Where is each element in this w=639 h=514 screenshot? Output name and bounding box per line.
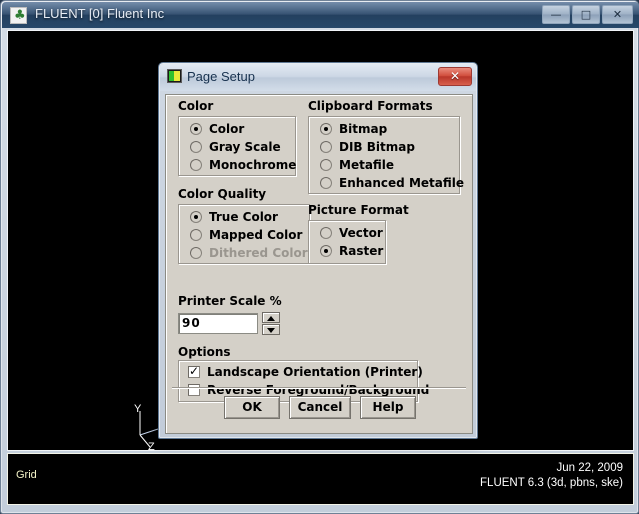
printer-scale-decrement-button[interactable] xyxy=(262,324,280,335)
application-window: ♣ FLUENT [0] Fluent Inc — □ ✕ Y X Z Grid xyxy=(0,0,639,514)
dialog-separator xyxy=(172,387,466,389)
radio-vector[interactable]: Vector xyxy=(320,225,383,241)
status-date: Jun 22, 2009 xyxy=(480,461,623,476)
chevron-down-icon xyxy=(267,328,275,333)
radio-bitmap[interactable]: Bitmap xyxy=(320,121,387,137)
radio-bitmap-indicator xyxy=(320,123,332,135)
radio-dithered-color: Dithered Color xyxy=(190,245,308,261)
color-quality-group-title: Color Quality xyxy=(178,187,266,201)
printer-scale-input[interactable]: 90 xyxy=(178,313,258,334)
radio-true-color-indicator xyxy=(190,211,202,223)
checkbox-landscape-orientation[interactable]: Landscape Orientation (Printer) xyxy=(188,364,423,380)
checkbox-reverse-label: Reverse Foreground/Background xyxy=(207,383,429,397)
radio-mapped-color-label: Mapped Color xyxy=(209,228,302,242)
options-group-title: Options xyxy=(178,345,231,359)
checkbox-landscape-indicator xyxy=(188,366,200,378)
page-setup-dialog: Page Setup ✕ Color Color Gray Scale Mono… xyxy=(158,62,478,439)
status-version: FLUENT 6.3 (3d, pbns, ske) xyxy=(480,476,623,491)
ok-button[interactable]: OK xyxy=(224,396,280,419)
radio-enhanced-metafile-label: Enhanced Metafile xyxy=(339,176,464,190)
radio-raster-indicator xyxy=(320,245,332,257)
radio-metafile[interactable]: Metafile xyxy=(320,157,394,173)
radio-color-indicator xyxy=(190,123,202,135)
radio-monochrome-indicator xyxy=(190,159,202,171)
status-label-grid: Grid xyxy=(16,469,37,481)
cancel-button[interactable]: Cancel xyxy=(289,396,351,419)
radio-color[interactable]: Color xyxy=(190,121,244,137)
radio-dib-bitmap[interactable]: DIB Bitmap xyxy=(320,139,415,155)
radio-true-color-label: True Color xyxy=(209,210,278,224)
radio-vector-label: Vector xyxy=(339,226,383,240)
fluent-logo-glyph: ♣ xyxy=(14,9,26,23)
radio-metafile-indicator xyxy=(320,159,332,171)
minimize-button[interactable]: — xyxy=(542,5,570,24)
status-panel: Grid Jun 22, 2009 FLUENT 6.3 (3d, pbns, … xyxy=(7,453,634,505)
status-info: Jun 22, 2009 FLUENT 6.3 (3d, pbns, ske) xyxy=(480,461,623,491)
window-title: FLUENT [0] Fluent Inc xyxy=(35,6,164,21)
radio-gray-scale-indicator xyxy=(190,141,202,153)
radio-metafile-label: Metafile xyxy=(339,158,394,172)
main-titlebar[interactable]: ♣ FLUENT [0] Fluent Inc — □ ✕ xyxy=(2,2,639,28)
radio-color-label: Color xyxy=(209,122,244,136)
radio-vector-indicator xyxy=(320,227,332,239)
radio-dib-bitmap-label: DIB Bitmap xyxy=(339,140,415,154)
radio-dithered-color-label: Dithered Color xyxy=(209,246,308,260)
color-group-title: Color xyxy=(178,99,213,113)
chevron-up-icon xyxy=(267,316,275,321)
radio-bitmap-label: Bitmap xyxy=(339,122,387,136)
radio-dib-bitmap-indicator xyxy=(320,141,332,153)
close-button[interactable]: ✕ xyxy=(602,5,633,24)
checkbox-landscape-label: Landscape Orientation (Printer) xyxy=(207,365,423,379)
printer-scale-label: Printer Scale % xyxy=(178,294,282,308)
radio-raster[interactable]: Raster xyxy=(320,243,383,259)
axis-label-y: Y xyxy=(134,403,141,415)
radio-true-color[interactable]: True Color xyxy=(190,209,278,225)
maximize-button[interactable]: □ xyxy=(572,5,600,24)
radio-enhanced-metafile[interactable]: Enhanced Metafile xyxy=(320,175,464,191)
dialog-title: Page Setup xyxy=(187,69,255,84)
radio-dithered-color-indicator xyxy=(190,247,202,259)
checkbox-reverse-indicator xyxy=(188,384,200,396)
radio-raster-label: Raster xyxy=(339,244,383,258)
dialog-titlebar[interactable]: Page Setup ✕ xyxy=(160,64,476,91)
radio-monochrome[interactable]: Monochrome xyxy=(190,157,296,173)
fluent-app-icon: ♣ xyxy=(10,7,27,24)
radio-enhanced-metafile-indicator xyxy=(320,177,332,189)
radio-monochrome-label: Monochrome xyxy=(209,158,296,172)
printer-scale-increment-button[interactable] xyxy=(262,312,280,323)
axis-label-z: Z xyxy=(148,441,155,453)
radio-gray-scale[interactable]: Gray Scale xyxy=(190,139,281,155)
help-button[interactable]: Help xyxy=(360,396,416,419)
radio-mapped-color[interactable]: Mapped Color xyxy=(190,227,302,243)
page-setup-icon xyxy=(167,69,182,83)
icon-swatch-yellow xyxy=(174,71,180,81)
radio-mapped-color-indicator xyxy=(190,229,202,241)
dialog-body: Color Color Gray Scale Monochrome Clipbo… xyxy=(165,94,473,434)
dialog-close-button[interactable]: ✕ xyxy=(438,67,472,86)
clipboard-group-title: Clipboard Formats xyxy=(308,99,433,113)
picture-format-group-title: Picture Format xyxy=(308,203,409,217)
radio-gray-scale-label: Gray Scale xyxy=(209,140,281,154)
